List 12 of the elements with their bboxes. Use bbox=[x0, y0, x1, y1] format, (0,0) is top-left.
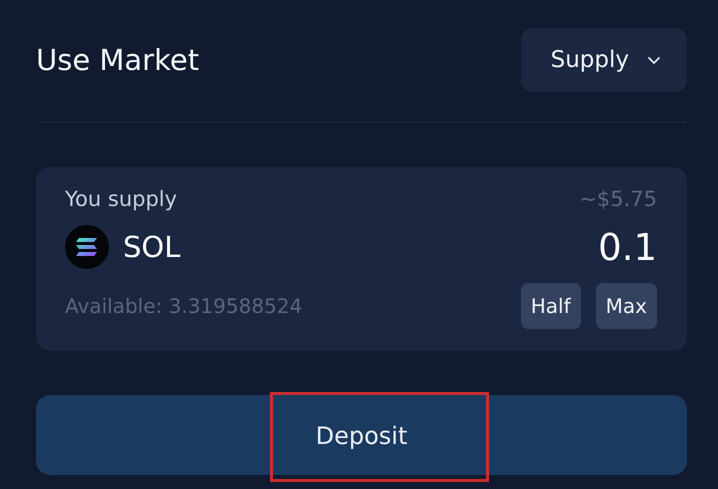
amount-preset-button[interactable]: Max bbox=[596, 283, 657, 329]
usd-value: ~$5.75 bbox=[579, 187, 657, 211]
amount-preset-button[interactable]: Half bbox=[520, 283, 581, 329]
mode-dropdown[interactable]: Supply bbox=[520, 28, 687, 92]
amount-input[interactable]: 0.1 bbox=[457, 226, 657, 268]
available-balance: Available: 3.319588524 bbox=[65, 294, 302, 318]
chevron-down-icon bbox=[647, 56, 661, 64]
token-symbol: SOL bbox=[123, 230, 180, 264]
supply-label: You supply bbox=[65, 187, 178, 211]
token-logo-icon bbox=[65, 225, 109, 269]
page-title: Use Market bbox=[36, 43, 200, 77]
deposit-button[interactable]: Deposit bbox=[36, 395, 687, 475]
